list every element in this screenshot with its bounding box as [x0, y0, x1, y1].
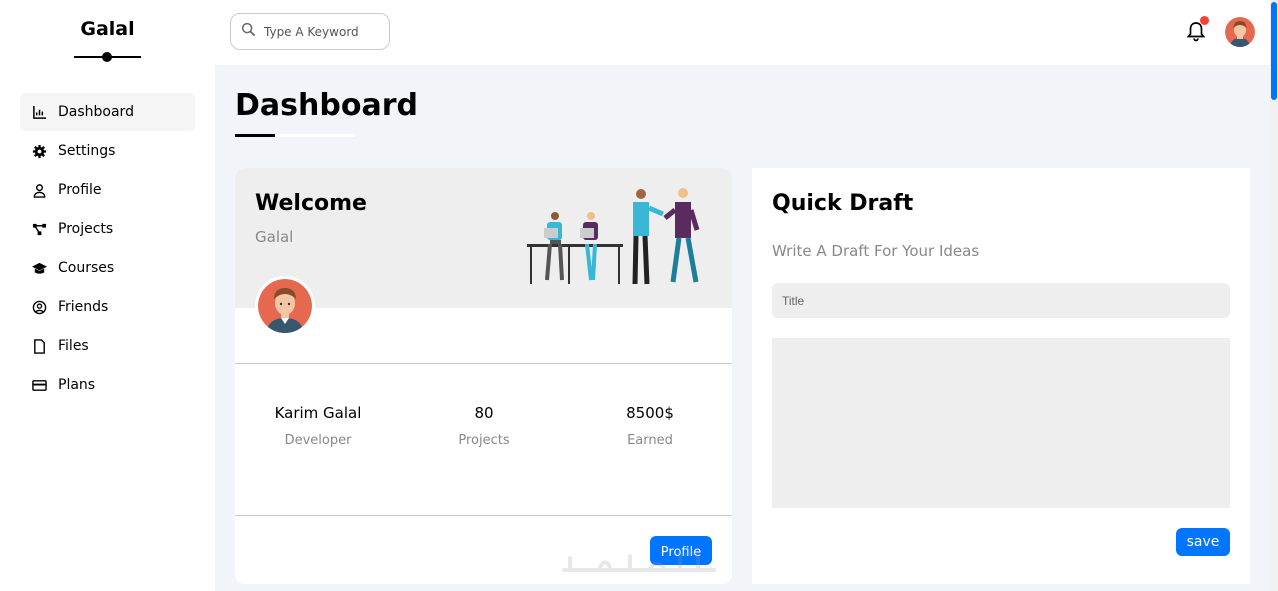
sidebar-item-friends[interactable]: Friends	[20, 288, 195, 326]
sidebar-item-label: Projects	[58, 221, 114, 237]
welcome-card: Welcome Galal Karim Galal Developer 80 P…	[235, 168, 732, 584]
welcome-name: Galal	[255, 228, 294, 246]
brand-title: Galal	[80, 18, 135, 40]
page-title: Dashboard	[235, 88, 418, 123]
sidebar-item-courses[interactable]: Courses	[20, 249, 195, 287]
sidebar-item-label: Courses	[58, 260, 115, 276]
sidebar-item-label: Friends	[58, 299, 109, 315]
divider	[235, 515, 732, 516]
credit-card-icon	[30, 377, 48, 393]
sidebar-item-label: Settings	[58, 143, 116, 159]
diagram-icon	[30, 221, 48, 237]
chart-icon	[30, 104, 48, 120]
stat-earned: 8500$ Earned	[567, 404, 732, 448]
page-scrollbar[interactable]	[1270, 0, 1278, 591]
bell-icon[interactable]	[1185, 16, 1209, 42]
draft-heading: Quick Draft	[772, 191, 914, 216]
stat-value: 8500$	[626, 404, 674, 422]
divider	[235, 363, 732, 364]
top-header	[215, 0, 1270, 65]
stat-developer: Karim Galal Developer	[235, 404, 401, 448]
stat-label: Projects	[458, 433, 510, 448]
scrollbar-thumb[interactable]	[1271, 2, 1277, 100]
sidebar-item-dashboard[interactable]: Dashboard	[20, 93, 195, 131]
watermark-logo	[562, 552, 716, 572]
stat-label: Developer	[284, 433, 352, 448]
sidebar-item-settings[interactable]: Settings	[20, 132, 195, 170]
draft-body-textarea[interactable]	[772, 338, 1230, 508]
sidebar-item-label: Plans	[58, 377, 96, 393]
search-icon	[241, 22, 256, 41]
sidebar-item-label: Dashboard	[58, 104, 134, 120]
sidebar-item-label: Profile	[58, 182, 102, 198]
search-input[interactable]	[264, 24, 384, 39]
draft-title-input[interactable]	[772, 283, 1230, 318]
notification-badge	[1200, 16, 1209, 25]
search-box[interactable]	[230, 13, 390, 50]
sidebar-item-label: Files	[58, 338, 89, 354]
user-icon	[30, 182, 48, 198]
avatar[interactable]	[1225, 17, 1255, 47]
sidebar-nav: Dashboard Settings Profile Projects Cour…	[20, 93, 195, 405]
sidebar: Galal Dashboard Settings Profile Project…	[0, 0, 215, 591]
stat-label: Earned	[627, 433, 673, 448]
brand-decoration	[74, 52, 141, 62]
stat-value: Karim Galal	[274, 404, 362, 422]
quick-draft-card: Quick Draft Write A Draft For Your Ideas…	[752, 168, 1250, 584]
avatar	[255, 276, 315, 336]
sidebar-item-plans[interactable]: Plans	[20, 366, 195, 404]
save-button[interactable]: save	[1176, 528, 1230, 556]
draft-subtitle: Write A Draft For Your Ideas	[772, 242, 980, 260]
welcome-banner: Welcome Galal	[235, 168, 732, 308]
sidebar-item-profile[interactable]: Profile	[20, 171, 195, 209]
title-underline	[235, 134, 355, 137]
graduation-cap-icon	[30, 260, 48, 276]
gear-icon	[30, 143, 48, 159]
file-icon	[30, 338, 48, 354]
stat-projects: 80 Projects	[401, 404, 567, 448]
user-circle-icon	[30, 299, 48, 315]
team-illustration	[527, 188, 700, 285]
sidebar-item-files[interactable]: Files	[20, 327, 195, 365]
stat-value: 80	[474, 404, 494, 422]
sidebar-item-projects[interactable]: Projects	[20, 210, 195, 248]
welcome-heading: Welcome	[255, 191, 367, 216]
